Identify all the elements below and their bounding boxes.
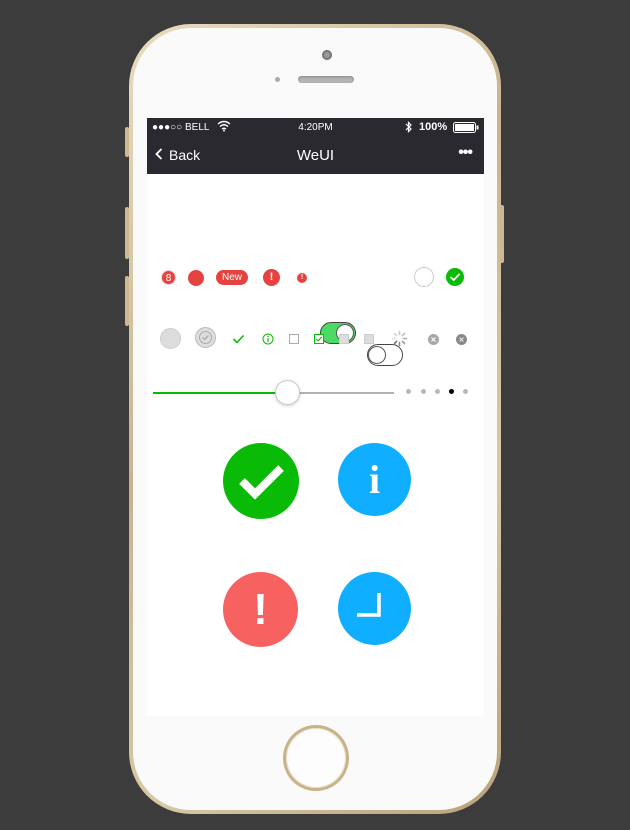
volume-up-button [125, 207, 129, 259]
info-outline-icon [262, 332, 274, 350]
front-camera [322, 50, 332, 60]
nav-bar: Back WeUI ••• [147, 138, 484, 174]
loading-spinner-icon [391, 330, 408, 352]
radio-unchecked[interactable] [414, 267, 434, 287]
success-icon [223, 443, 299, 519]
checkmark-icon [232, 332, 245, 350]
battery-icon [453, 122, 479, 136]
battery-percent: 100% [419, 121, 448, 133]
slider-fill [153, 392, 288, 394]
disabled-circle-icon [160, 328, 181, 349]
number-badge: 8 [161, 270, 176, 285]
proximity-sensor [275, 77, 280, 82]
waiting-clock-icon [338, 572, 411, 645]
clear-icon[interactable] [428, 332, 439, 350]
page-title: WeUI [296, 147, 335, 164]
checkbox-disabled [339, 334, 349, 344]
info-icon: i [338, 443, 411, 516]
status-bar: ●●●○○ BELL 4:20PM 100% [147, 118, 484, 138]
alert-dot-badge: ! [263, 269, 280, 286]
success-check-icon [446, 268, 464, 286]
phone-screen: ●●●○○ BELL 4:20PM 100% Back WeUI ••• 8 N… [147, 118, 484, 716]
checkbox-unchecked[interactable] [289, 334, 299, 344]
switch-on[interactable] [320, 322, 356, 344]
switch-knob [368, 346, 386, 364]
bluetooth-icon [405, 121, 413, 136]
warning-icon: ! [223, 572, 298, 647]
page-dot[interactable] [463, 389, 468, 394]
checkbox-disabled-checked [364, 334, 374, 344]
new-badge: New [216, 270, 249, 285]
small-alert-dot-badge: ! [297, 273, 307, 283]
more-button[interactable]: ••• [458, 144, 473, 162]
page-dot[interactable] [421, 389, 426, 394]
page-dot-active[interactable] [449, 389, 454, 394]
earpiece-speaker [298, 76, 354, 83]
volume-down-button [125, 276, 129, 326]
page-dot[interactable] [406, 389, 411, 394]
cancel-icon[interactable] [456, 332, 467, 350]
checkbox-checked[interactable] [314, 334, 324, 344]
disabled-check-circle-icon [195, 327, 216, 348]
mute-switch [125, 127, 129, 157]
power-button [500, 205, 504, 263]
page-dot[interactable] [435, 389, 440, 394]
home-button[interactable] [286, 728, 346, 788]
red-dot-badge [188, 270, 204, 286]
slider-handle[interactable] [275, 380, 300, 405]
